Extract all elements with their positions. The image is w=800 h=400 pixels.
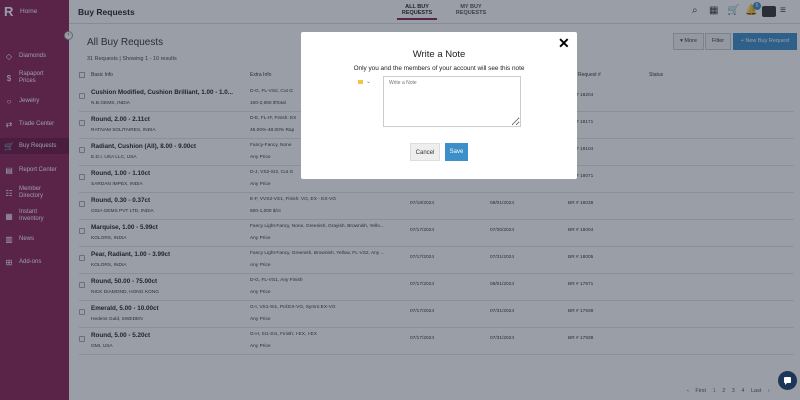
note-textarea[interactable]: [383, 76, 521, 127]
chevron-down-icon[interactable]: ⌄: [366, 78, 371, 85]
save-button[interactable]: Save: [445, 143, 468, 161]
write-note-modal: ✕ Write a Note Only you and the members …: [301, 32, 577, 179]
chat-icon: [784, 377, 791, 385]
modal-title: Write a Note: [412, 49, 466, 60]
note-color-icon[interactable]: [358, 80, 363, 84]
cancel-button[interactable]: Cancel: [410, 143, 440, 161]
modal-subtitle: Only you and the members of your account…: [353, 65, 525, 72]
chat-button[interactable]: [778, 371, 797, 390]
